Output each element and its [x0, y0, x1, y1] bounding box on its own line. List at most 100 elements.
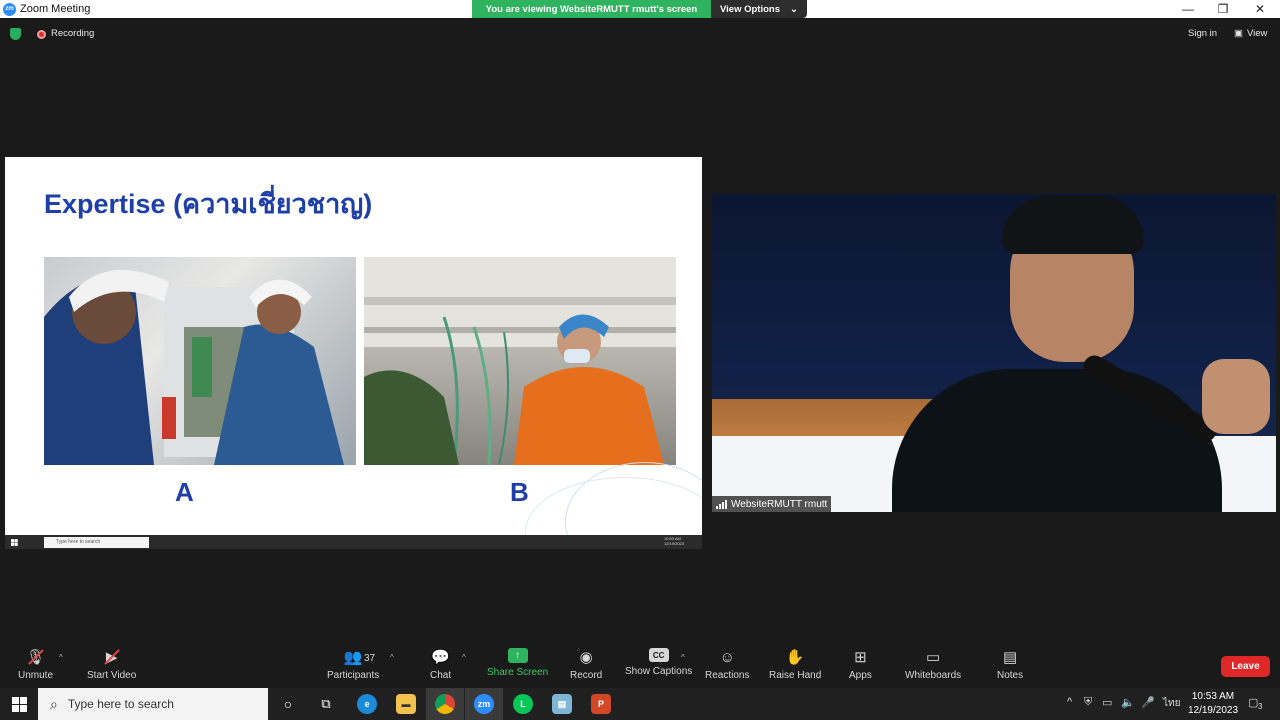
sign-in-link[interactable]: Sign in [1188, 28, 1217, 39]
microphone-muted-icon: 🎙 [26, 648, 46, 666]
security-shield-icon[interactable] [10, 28, 21, 40]
notification-center-icon[interactable]: ▢ [1248, 696, 1258, 709]
taskbar-time: 10:53 AM [1191, 691, 1235, 702]
participant-count: 37 [364, 653, 376, 664]
notes-icon: ▤ [1002, 649, 1018, 666]
zoom-logo-icon: zm [3, 2, 16, 16]
smiley-plus-icon: ☺ [719, 648, 735, 666]
chat-caret-icon[interactable]: ^ [462, 653, 466, 662]
notes-button[interactable]: ▤ Notes [997, 648, 1023, 681]
edge-browser-icon[interactable]: e [348, 688, 386, 720]
chat-label: Chat [430, 670, 452, 681]
whiteboards-button[interactable]: ▭ Whiteboards [905, 648, 961, 681]
tray-chevron-icon[interactable]: ^ [1067, 696, 1072, 708]
search-icon: ⌕ [50, 695, 58, 712]
shared-screen-slide: Expertise (ความเชี่ยวชาญ) A B [5, 157, 702, 535]
taskbar-search-placeholder: Type here to search [67, 697, 174, 711]
participant-name-tag: WebsiteRMUTT rmutt [712, 496, 832, 512]
title-bar: zm Zoom Meeting You are viewing WebsiteR… [0, 0, 1280, 18]
line-app-icon[interactable]: L [504, 688, 542, 720]
volume-icon[interactable]: 🔈 [1121, 696, 1135, 709]
captions-caret-icon[interactable]: ^ [681, 653, 685, 662]
signal-bars-icon [716, 499, 727, 509]
start-button[interactable] [0, 688, 38, 720]
share-screen-button[interactable]: ↑ Share Screen [487, 648, 548, 678]
start-video-button[interactable]: ▶ Start Video [87, 648, 136, 681]
closed-captions-icon: CC [648, 648, 669, 662]
whiteboard-icon: ▭ [925, 649, 941, 666]
raise-hand-button[interactable]: ✋ Raise Hand [769, 648, 821, 681]
zoom-app-icon[interactable]: zm [465, 688, 503, 720]
meeting-header: Recording Sign in ▣ View [0, 22, 1280, 46]
view-button[interactable]: ▣ View [1234, 28, 1267, 39]
recording-dot-icon [37, 30, 46, 39]
chevron-down-icon: ⌄ [790, 3, 798, 15]
view-layout-icon: ▣ [1234, 28, 1243, 39]
participant-hair [1002, 196, 1144, 254]
notification-count: 3 [1258, 702, 1263, 711]
remote-clock: 10:53 AM 12/19/2023 [664, 536, 684, 546]
reactions-button[interactable]: ☺ Reactions [705, 648, 750, 682]
label-b: B [510, 477, 529, 507]
participant-video[interactable] [712, 194, 1276, 512]
restore-icon[interactable]: ❐ [1205, 0, 1241, 18]
windows-logo-icon [11, 696, 27, 712]
slide-title: Expertise (ความเชี่ยวชาญ) [44, 189, 373, 219]
zoom-meeting-window: zm Zoom Meeting You are viewing WebsiteR… [0, 0, 1280, 720]
tray-security-icon[interactable]: ⛨ [1084, 696, 1092, 709]
participant-body [892, 369, 1222, 512]
apps-button[interactable]: ⊞ Apps [849, 648, 872, 681]
audio-options-caret-icon[interactable]: ^ [59, 653, 63, 662]
participant-hand [1202, 359, 1270, 434]
cortana-icon[interactable]: ○ [269, 688, 307, 720]
remote-clock-date: 12/19/2023 [663, 541, 684, 546]
window-title: Zoom Meeting [20, 3, 91, 15]
meeting-toolbar: 🎙 Unmute ^ ▶ Start Video 👥 Participants … [0, 640, 1280, 688]
view-options-button[interactable]: View Options ⌄ [711, 0, 807, 18]
record-icon: ◉ [579, 649, 593, 666]
video-camera-off-icon: ▶ [102, 648, 122, 666]
recording-label[interactable]: Recording [51, 28, 94, 39]
participants-caret-icon[interactable]: ^ [390, 653, 394, 662]
photo-a-electricians [44, 257, 356, 465]
powerpoint-icon[interactable]: P [582, 688, 620, 720]
viewing-banner: You are viewing WebsiteRMUTT rmutt's scr… [472, 0, 807, 18]
remote-taskbar: Type here to search 10:53 AM 12/19/2023 [5, 535, 702, 549]
apps-grid-icon: ⊞ [854, 649, 867, 666]
unmute-button[interactable]: 🎙 Unmute [18, 648, 53, 681]
share-screen-icon: ↑ [507, 648, 528, 663]
leave-button[interactable]: Leave [1221, 656, 1270, 677]
chat-bubble-icon: 💬 [431, 649, 450, 666]
remote-search-box: Type here to search [44, 536, 149, 548]
hand-icon: ✋ [785, 649, 805, 666]
whiteboards-label: Whiteboards [905, 670, 962, 681]
decorative-swirl-2 [525, 477, 702, 535]
language-indicator[interactable]: ไทย [1163, 696, 1180, 711]
mic-tray-icon[interactable]: 🎤 [1141, 696, 1155, 709]
network-icon[interactable]: ▭ [1102, 696, 1112, 709]
view-label: View [1246, 28, 1268, 39]
file-explorer-icon[interactable]: ▬ [387, 688, 425, 720]
start-video-label: Start Video [87, 670, 137, 681]
chat-button[interactable]: 💬 Chat [430, 648, 451, 681]
close-icon[interactable]: ✕ [1242, 0, 1278, 18]
photo-b-technician [364, 257, 676, 465]
show-captions-label: Show Captions [625, 666, 693, 677]
viewing-status-text: You are viewing WebsiteRMUTT rmutt's scr… [472, 0, 711, 18]
chrome-icon[interactable] [426, 688, 464, 720]
taskbar-search-box[interactable]: ⌕ Type here to search [38, 688, 268, 720]
task-view-icon[interactable]: ⧉ [307, 688, 345, 720]
minimize-icon[interactable]: — [1170, 0, 1206, 18]
notepad-app-icon[interactable]: ▤ [543, 688, 581, 720]
share-screen-label: Share Screen [487, 667, 549, 678]
unmute-label: Unmute [18, 670, 54, 681]
taskbar-date: 12/19/2023 [1187, 705, 1239, 716]
taskbar-clock[interactable]: 10:53 AM 12/19/2023 [1186, 690, 1240, 718]
remote-windows-icon [11, 538, 18, 546]
label-a: A [175, 477, 194, 507]
record-button[interactable]: ◉ Record [570, 648, 602, 681]
participant-name: WebsiteRMUTT rmutt [731, 498, 828, 510]
participants-icon: 👥 [343, 649, 363, 666]
reactions-label: Reactions [705, 670, 750, 681]
participants-label: Participants [327, 670, 380, 681]
